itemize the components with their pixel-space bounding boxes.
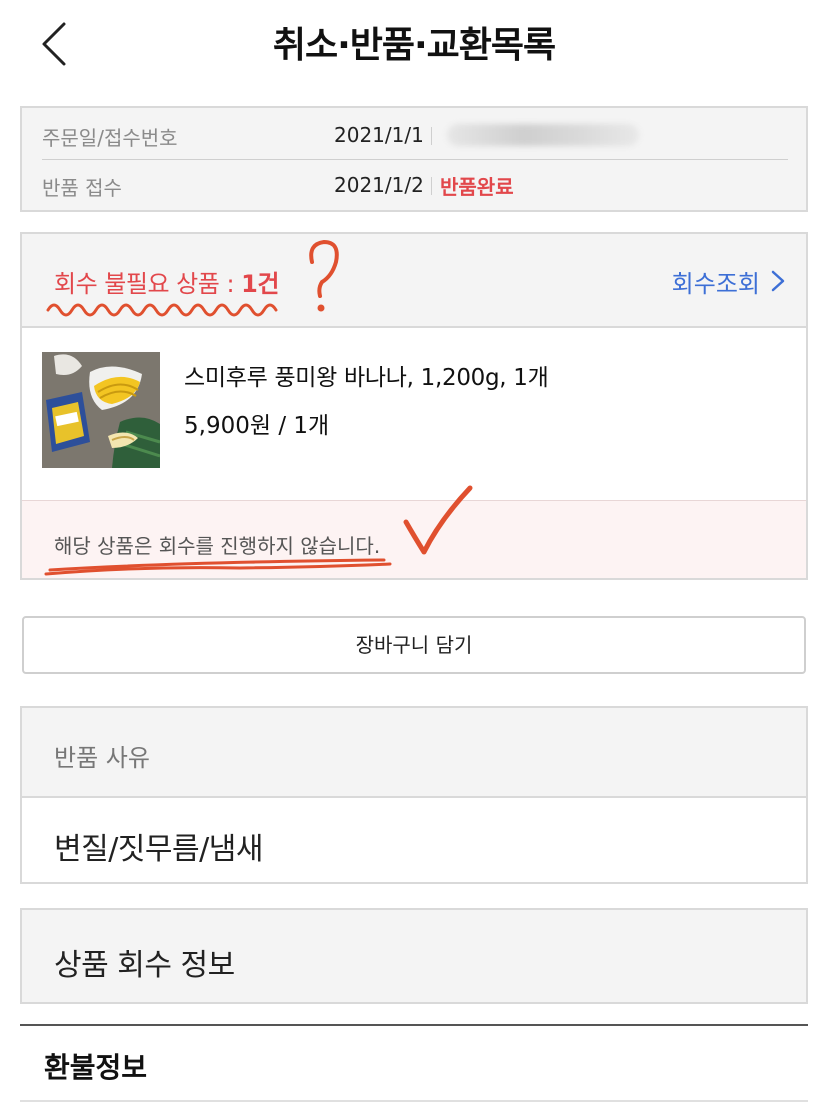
chevron-right-icon[interactable] [770,270,786,292]
notice-text: 해당 상품은 회수를 진행하지 않습니다. [54,534,381,558]
page-title: 취소·반품·교환목록 [272,25,556,66]
return-reason-box: 반품 사유 변질/짓무름/냄새 [20,706,808,884]
order-label: 주문일/접수번호 [42,126,178,150]
pickup-count: 1건 [241,270,279,298]
order-number-redacted [447,124,639,146]
product-image[interactable] [42,352,160,468]
pickup-label-text: 회수 불필요 상품 : [54,270,242,298]
add-to-cart-button[interactable]: 장바구니 담기 [22,616,806,674]
divider [431,127,432,145]
return-item-box: 회수 불필요 상품 : 1건 회수조회 스미후루 풍미왕 바나나, 1,200g… [20,232,808,580]
notice-banner: 해당 상품은 회수를 진행하지 않습니다. [22,500,806,578]
pickup-not-required-label: 회수 불필요 상품 : 1건 [54,264,279,299]
status-badge: 반품완료 [440,175,514,199]
return-reason-label: 반품 사유 [54,744,150,772]
order-date: 2021/1/1 [334,123,424,147]
refund-info-title[interactable]: 환불정보 [44,1046,147,1086]
product-price: 5,900원 / 1개 [184,413,330,439]
return-label: 반품 접수 [42,176,122,200]
return-request-row: 반품 접수 2021/1/2 반품완료 [42,160,788,210]
divider [431,177,432,195]
order-number-row: 주문일/접수번호 2021/1/1 [42,110,788,160]
return-reason-value: 변질/짓무름/냄새 [54,832,263,867]
bottom-divider [20,1100,808,1102]
section-divider [20,1024,808,1026]
product-name[interactable]: 스미후루 풍미왕 바나나, 1,200g, 1개 [184,358,549,392]
pickup-header: 회수 불필요 상품 : 1건 회수조회 [22,234,806,328]
return-reason-header: 반품 사유 [22,708,806,798]
order-info-box: 주문일/접수번호 2021/1/1 반품 접수 2021/1/2 반품완료 [20,106,808,212]
header: 취소·반품·교환목록 [0,0,828,90]
return-date: 2021/1/2 [334,173,424,197]
pickup-info-label: 상품 회수 정보 [54,948,235,983]
pickup-info-section[interactable]: 상품 회수 정보 [20,908,808,1004]
pickup-lookup-link[interactable]: 회수조회 [672,264,760,299]
